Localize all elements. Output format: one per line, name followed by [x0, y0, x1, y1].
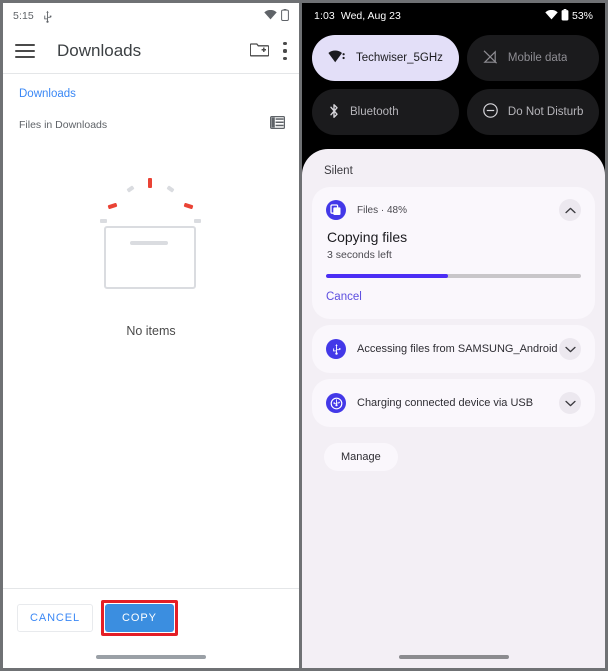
status-date: Wed, Aug 23 [340, 10, 401, 22]
left-app-bar: Downloads [3, 29, 299, 73]
chevron-down-icon[interactable] [559, 392, 581, 414]
usb-charging-icon [326, 393, 346, 413]
gesture-pill[interactable] [398, 655, 509, 659]
right-gesture-nav-bar [302, 646, 605, 668]
chevron-down-icon[interactable] [559, 338, 581, 360]
notification-subtitle: 3 seconds left [327, 249, 392, 261]
more-vertical-icon[interactable] [283, 42, 287, 60]
copy-button[interactable]: COPY [105, 604, 174, 632]
do-not-disturb-icon [483, 103, 498, 121]
files-app-icon [326, 200, 346, 220]
battery-icon [561, 8, 569, 24]
bluetooth-icon [328, 103, 340, 122]
battery-icon [281, 8, 289, 24]
files-empty-body: No items [3, 134, 299, 588]
qs-tile-do-not-disturb[interactable]: Do Not Disturb [466, 89, 600, 135]
quick-settings-grid: Techwiser_5GHz Mobile data Bluetooth Do … [302, 29, 605, 135]
qs-tile-wifi-label: Techwiser_5GHz [356, 52, 443, 64]
copy-button-wrapper: COPY [101, 600, 178, 636]
chevron-up-icon[interactable] [559, 199, 581, 221]
right-status-bar: 1:03 Wed, Aug 23 53% [302, 3, 605, 29]
copy-progress-fill [326, 274, 449, 278]
status-time: 5:15 [13, 10, 34, 22]
right-phone-notification-shade: 1:03 Wed, Aug 23 53% Techwiser_5GHz Mobi… [302, 3, 605, 668]
notification-app-line: Files · 48% [357, 204, 408, 216]
qs-tile-wifi[interactable]: Techwiser_5GHz [312, 35, 459, 81]
wifi-icon [328, 50, 346, 66]
right-status-icons: 53% [545, 8, 593, 24]
notification-header: Files · 48% [326, 199, 581, 221]
notification-progress-card[interactable]: Files · 48% Copying files 3 seconds left… [312, 187, 595, 319]
dual-screenshot-composite: 5:15 Downloads Downloads Files in Downlo… [0, 0, 608, 671]
empty-box-shape [104, 226, 196, 289]
notification-shade-panel: Silent Files · 48% Copying files 3 secon… [302, 149, 605, 668]
empty-box-burst-illustration [86, 176, 216, 291]
breadcrumb[interactable]: Downloads [3, 74, 299, 100]
qs-tile-bluetooth[interactable]: Bluetooth [312, 89, 459, 135]
notification-row-label: Charging connected device via USB [357, 397, 534, 409]
manage-notifications-button[interactable]: Manage [324, 443, 398, 471]
left-status-icons [264, 8, 289, 24]
notification-row-label: Accessing files from SAMSUNG_Android [357, 343, 558, 355]
qs-tile-mobile-data[interactable]: Mobile data [466, 35, 600, 81]
page-title: Downloads [57, 41, 142, 60]
new-folder-icon[interactable] [249, 41, 270, 62]
mobile-data-off-icon [483, 49, 498, 67]
wifi-icon [264, 9, 277, 23]
left-gesture-nav-bar [3, 646, 299, 668]
left-footer-actions: CANCEL COPY [3, 588, 299, 646]
list-view-icon[interactable] [270, 116, 286, 134]
qs-tile-mobile-data-label: Mobile data [507, 52, 568, 64]
qs-tile-dnd-label: Do Not Disturb [507, 106, 584, 118]
subheader-label: Files in Downloads [19, 119, 108, 131]
empty-state: No items [86, 176, 216, 338]
notification-row-charging-usb[interactable]: Charging connected device via USB [312, 379, 595, 427]
gesture-pill[interactable] [96, 655, 206, 659]
files-subheader: Files in Downloads [3, 100, 299, 134]
notification-title: Copying files [327, 229, 408, 245]
shade-section-title: Silent [324, 165, 353, 177]
qs-tile-bluetooth-label: Bluetooth [350, 106, 399, 118]
left-status-bar: 5:15 [3, 3, 299, 29]
status-time: 1:03 [314, 10, 335, 22]
wifi-icon [545, 9, 558, 23]
left-phone-files-app: 5:15 Downloads Downloads Files in Downlo… [3, 3, 302, 668]
empty-state-text: No items [126, 324, 176, 338]
hamburger-menu-icon[interactable] [15, 44, 35, 58]
notification-row-accessing-files[interactable]: Accessing files from SAMSUNG_Android [312, 325, 595, 373]
notification-progress-content: Files · 48% Copying files 3 seconds left… [312, 187, 595, 319]
usb-accessing-icon [326, 339, 346, 359]
app-bar-actions [249, 41, 287, 62]
notification-cancel-action[interactable]: Cancel [326, 291, 362, 303]
usb-icon [43, 10, 52, 23]
cancel-button[interactable]: CANCEL [17, 604, 94, 632]
copy-progress-bar [326, 274, 581, 278]
battery-percent: 53% [571, 10, 593, 22]
